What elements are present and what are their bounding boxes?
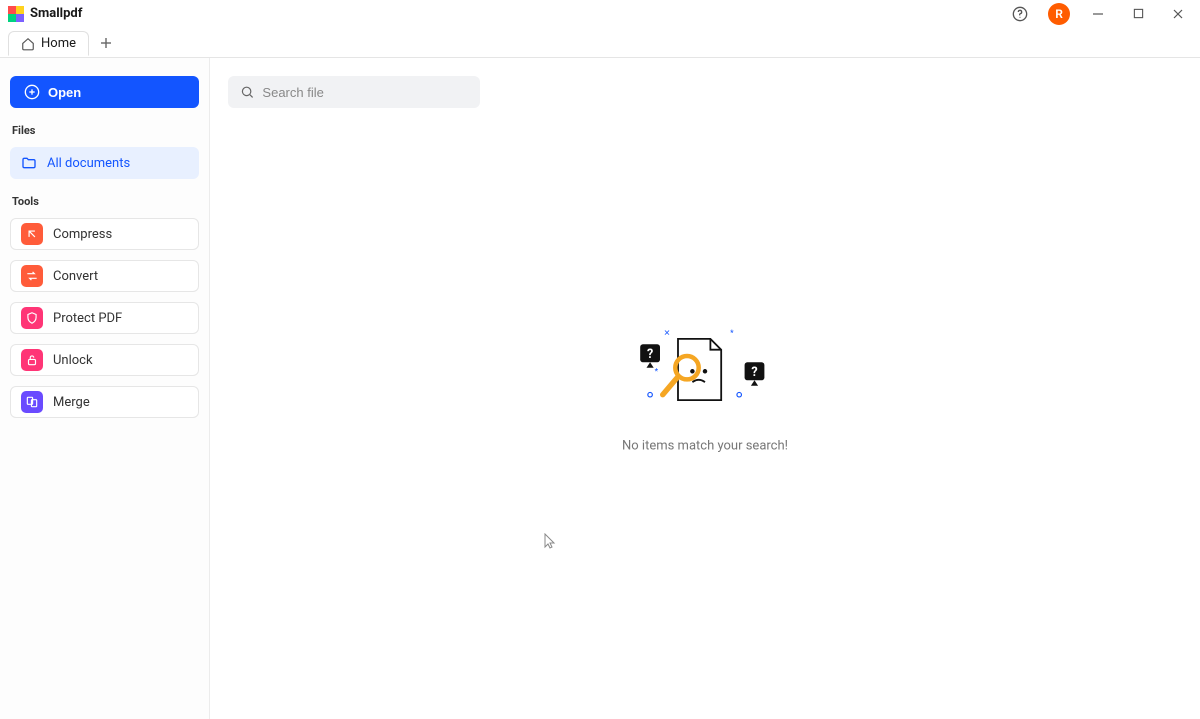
empty-state-text: No items match your search! — [622, 438, 788, 453]
close-icon — [1172, 8, 1184, 20]
main: ✕ * * ? ? — [210, 58, 1200, 719]
merge-icon — [21, 391, 43, 413]
merge-label: Merge — [53, 395, 90, 410]
convert-icon — [21, 265, 43, 287]
help-icon — [1012, 6, 1028, 22]
window-close-button[interactable] — [1160, 1, 1196, 27]
no-results-illustration-icon: ✕ * * ? ? — [630, 324, 780, 414]
open-button-label: Open — [48, 85, 81, 100]
window-maximize-button[interactable] — [1120, 1, 1156, 27]
unlock-label: Unlock — [53, 353, 93, 368]
svg-text:*: * — [730, 327, 734, 337]
sidebar-item-all-documents[interactable]: All documents — [10, 147, 199, 179]
sidebar-item-merge[interactable]: Merge — [10, 386, 199, 418]
window-minimize-button[interactable] — [1080, 1, 1116, 27]
app-logo-icon — [8, 6, 24, 22]
convert-label: Convert — [53, 269, 98, 284]
titlebar-left: Smallpdf — [8, 6, 82, 22]
search-input[interactable] — [262, 85, 468, 100]
plus-circle-icon — [24, 84, 40, 100]
tab-home[interactable]: Home — [8, 31, 89, 56]
tabbar: Home — [0, 28, 1200, 58]
svg-text:?: ? — [751, 364, 757, 379]
tab-home-label: Home — [41, 36, 76, 51]
shield-icon — [21, 307, 43, 329]
svg-text:✕: ✕ — [664, 327, 671, 337]
help-button[interactable] — [1002, 1, 1038, 27]
sidebar-item-unlock[interactable]: Unlock — [10, 344, 199, 376]
titlebar: Smallpdf R — [0, 0, 1200, 28]
user-avatar[interactable]: R — [1048, 3, 1070, 25]
sidebar-item-protect[interactable]: Protect PDF — [10, 302, 199, 334]
sidebar: Open Files All documents Tools Compress … — [0, 58, 210, 719]
maximize-icon — [1133, 8, 1144, 19]
plus-icon — [100, 37, 112, 49]
svg-text:*: * — [655, 366, 659, 376]
folder-icon — [21, 155, 37, 171]
home-icon — [21, 37, 35, 51]
compress-label: Compress — [53, 227, 112, 242]
unlock-icon — [21, 349, 43, 371]
protect-label: Protect PDF — [53, 311, 122, 326]
new-tab-button[interactable] — [93, 31, 119, 55]
compress-icon — [21, 223, 43, 245]
sidebar-item-convert[interactable]: Convert — [10, 260, 199, 292]
all-documents-label: All documents — [47, 156, 130, 171]
svg-text:?: ? — [647, 346, 653, 361]
files-section-label: Files — [10, 124, 199, 137]
shell: Open Files All documents Tools Compress … — [0, 58, 1200, 719]
minimize-icon — [1092, 8, 1104, 20]
app-name: Smallpdf — [30, 6, 82, 21]
cursor-icon — [544, 533, 556, 549]
titlebar-right: R — [1002, 1, 1196, 27]
sidebar-item-compress[interactable]: Compress — [10, 218, 199, 250]
search-icon — [240, 84, 254, 100]
tools-section-label: Tools — [10, 195, 199, 208]
search-wrap[interactable] — [228, 76, 480, 108]
open-button[interactable]: Open — [10, 76, 199, 108]
empty-state: ✕ * * ? ? — [622, 324, 788, 453]
